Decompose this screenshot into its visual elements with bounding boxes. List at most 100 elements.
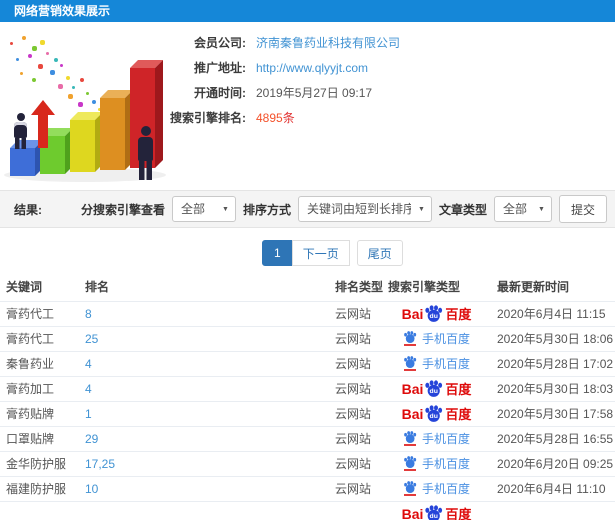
table-row: 膏药贴牌 1 云网站 Bai du 百度 2020年5月30日 17:58	[0, 401, 615, 427]
baidu-paw-icon: du	[425, 380, 443, 397]
sort-select-wrap: 关键词由短到长排序	[297, 196, 432, 222]
engine-cell: Bai du 百度	[388, 376, 485, 402]
open-time-row: 开通时间: 2019年5月27日 09:17	[148, 80, 400, 105]
updated-cell: 2020年5月30日 17:58	[485, 401, 615, 427]
engine-rank-label: 搜索引擎排名:	[170, 111, 246, 125]
table-row: 金华防护服 17,25 云网站 手机百度 2020年6月20日 09:25	[0, 451, 615, 477]
baidu-mobile-logo: 手机百度	[403, 330, 470, 347]
rank-link[interactable]: 10	[85, 482, 98, 496]
up-arrow-icon	[31, 100, 55, 115]
table-row: 膏药代工 25 云网站 手机百度 2020年5月30日 18:06	[0, 326, 615, 352]
header-keyword: 关键词	[0, 272, 85, 302]
rank-type-cell: 云网站	[335, 426, 388, 452]
engine-rank-count: 4895	[256, 111, 283, 125]
baidu-paw-icon	[404, 431, 417, 443]
rank-type-cell: 云网站	[335, 401, 388, 427]
rank-type-cell: 云网站	[335, 476, 388, 502]
keyword-cell: 金华防护服	[0, 451, 85, 477]
results-table-body: 膏药代工 8 云网站 Bai du 百度 2020年6月4日 11:15 膏药代工 25 云网…	[0, 301, 615, 520]
updated-cell: 2020年6月20日 09:25	[485, 451, 615, 477]
table-row: 福建防护服 10 云网站 手机百度 2020年6月4日 11:10	[0, 476, 615, 502]
engine-filter-select[interactable]: 全部	[172, 197, 235, 221]
promo-url-row: 推广地址: http://www.qlyyjt.com	[148, 55, 400, 80]
pagination: 1 下一页 尾页	[262, 240, 615, 266]
rank-link[interactable]: 1	[85, 407, 92, 421]
baidu-mobile-logo: 手机百度	[403, 430, 470, 447]
updated-cell	[485, 501, 615, 520]
sort-select[interactable]: 关键词由短到长排序	[298, 197, 431, 221]
keyword-cell: 膏药贴牌	[0, 401, 85, 427]
engine-cell: Bai du 百度	[388, 301, 485, 327]
svg-text:du: du	[430, 513, 438, 520]
baidu-mobile-underline	[403, 494, 416, 496]
page-title: 网络营销效果展示	[0, 0, 615, 22]
page-1-button[interactable]: 1	[262, 240, 293, 266]
3d-bar	[100, 90, 133, 170]
baidu-mobile-underline	[403, 344, 416, 346]
keyword-cell: 秦鲁药业	[0, 351, 85, 377]
open-time-value: 2019年5月27日 09:17	[256, 86, 373, 100]
baidu-paw-icon	[404, 356, 417, 368]
engine-filter-select-wrap: 全部	[171, 196, 236, 222]
keyword-cell: 口罩贴牌	[0, 426, 85, 452]
engine-cell: Bai du 百度	[388, 501, 485, 520]
baidu-pc-logo: Bai du 百度	[401, 305, 472, 322]
keyword-cell: 膏药加工	[0, 376, 85, 402]
rank-cell: 29	[85, 426, 335, 452]
rank-link[interactable]: 25	[85, 332, 98, 346]
rank-cell: 25	[85, 326, 335, 352]
promo-url-link[interactable]: http://www.qlyyjt.com	[256, 61, 368, 75]
rank-link[interactable]: 8	[85, 307, 92, 321]
baidu-pc-logo: Bai du 百度	[401, 505, 472, 520]
promo-url-label: 推广地址:	[194, 61, 246, 75]
rank-cell	[85, 501, 335, 520]
rank-cell: 4	[85, 351, 335, 377]
table-row: 口罩贴牌 29 云网站 手机百度 2020年5月28日 16:55	[0, 426, 615, 452]
rank-type-cell: 云网站	[335, 301, 388, 327]
company-info-rows: 会员公司: 济南秦鲁药业科技有限公司 推广地址: http://www.qlyy…	[148, 30, 400, 130]
baidu-paw-icon: du	[425, 305, 443, 322]
baidu-paw-icon	[404, 331, 417, 343]
open-time-label: 开通时间:	[194, 86, 246, 100]
article-type-select-wrap: 全部	[493, 196, 552, 222]
3d-bar	[70, 112, 103, 172]
results-table: 关键词 排名 排名类型 搜索引擎类型 最新更新时间 膏药代工 8 云网站 Bai d…	[0, 272, 615, 520]
baidu-mobile-logo: 手机百度	[403, 355, 470, 372]
rank-link[interactable]: 4	[85, 357, 92, 371]
result-label: 结果:	[14, 202, 42, 217]
engine-cell: 手机百度	[388, 476, 485, 502]
next-page-button[interactable]: 下一页	[291, 240, 350, 266]
rank-type-cell: 云网站	[335, 451, 388, 477]
baidu-mobile-underline	[403, 469, 416, 471]
engine-cell: 手机百度	[388, 351, 485, 377]
table-row: Bai du 百度	[0, 501, 615, 520]
baidu-pc-logo: Bai du 百度	[401, 405, 472, 422]
rank-link[interactable]: 17,25	[85, 457, 115, 471]
baidu-paw-icon	[404, 481, 417, 493]
submit-button[interactable]: 提交	[558, 195, 607, 223]
engine-rank-unit: 条	[282, 111, 295, 125]
rank-link[interactable]: 4	[85, 382, 92, 396]
svg-text:du: du	[430, 313, 438, 320]
baidu-mobile-logo: 手机百度	[403, 455, 470, 472]
member-company-link[interactable]: 济南秦鲁药业科技有限公司	[256, 36, 400, 50]
rank-link[interactable]: 29	[85, 432, 98, 446]
updated-cell: 2020年5月28日 17:02	[485, 351, 615, 377]
engine-rank-row: 搜索引擎排名: 4895条	[148, 105, 400, 130]
rank-type-cell	[335, 501, 388, 520]
header-rank-type: 排名类型	[335, 272, 388, 302]
last-page-button[interactable]: 尾页	[356, 240, 403, 266]
rank-cell: 1	[85, 401, 335, 427]
table-header-row: 关键词 排名 排名类型 搜索引擎类型 最新更新时间	[0, 272, 615, 302]
article-type-label: 文章类型	[438, 202, 487, 217]
businessman-figure-left	[14, 113, 27, 149]
3d-bar	[10, 140, 43, 176]
svg-text:du: du	[430, 388, 438, 395]
engine-filter-label: 分搜索引擎查看	[80, 202, 165, 217]
up-arrow-shaft	[38, 114, 48, 148]
member-company-row: 会员公司: 济南秦鲁药业科技有限公司	[148, 30, 400, 55]
filter-bar: 结果: 分搜索引擎查看 全部 排序方式 关键词由短到长排序 文章类型 全部 提交	[0, 190, 615, 228]
rank-cell: 8	[85, 301, 335, 327]
header-rank: 排名	[85, 272, 335, 302]
article-type-select[interactable]: 全部	[494, 197, 551, 221]
